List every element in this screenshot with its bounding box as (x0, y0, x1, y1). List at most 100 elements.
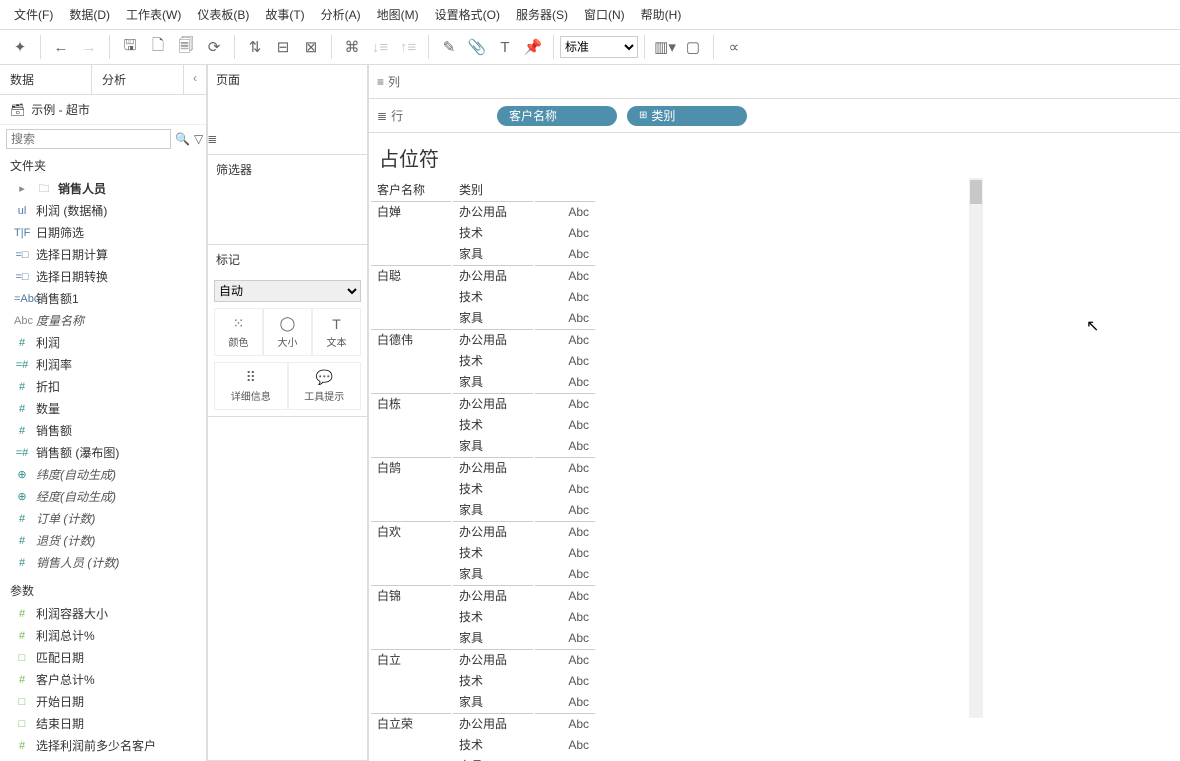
table-row[interactable]: 家具Abc (371, 244, 595, 263)
field-item[interactable]: =#利润率 (0, 354, 206, 376)
highlight-icon[interactable]: ✎ (435, 33, 463, 61)
table-row[interactable]: 白婵办公用品Abc (371, 201, 595, 221)
search-icon[interactable]: 🔍 (175, 132, 190, 146)
table-row[interactable]: 技术Abc (371, 351, 595, 370)
param-item[interactable]: □开始日期 (0, 691, 206, 713)
show-me-icon[interactable]: ▥▾ (651, 33, 679, 61)
present-icon[interactable]: ▢ (679, 33, 707, 61)
table-row[interactable]: 白鹄办公用品Abc (371, 457, 595, 477)
field-item[interactable]: =□选择日期计算 (0, 244, 206, 266)
forward-icon[interactable]: → (75, 33, 103, 61)
field-item[interactable]: #利润 (0, 332, 206, 354)
field-item[interactable]: =Abc销售额1 (0, 288, 206, 310)
pages-card[interactable]: 页面 (208, 65, 367, 94)
table-row[interactable]: 技术Abc (371, 671, 595, 690)
table-row[interactable]: 家具Abc (371, 372, 595, 391)
table-row[interactable]: 技术Abc (371, 223, 595, 242)
table-row[interactable]: 技术Abc (371, 543, 595, 562)
table-row[interactable]: 技术Abc (371, 735, 595, 754)
field-item[interactable]: #退货 (计数) (0, 530, 206, 552)
field-item[interactable]: ⊕经度(自动生成) (0, 486, 206, 508)
logo-icon[interactable]: ✦ (6, 33, 34, 61)
menu-item[interactable]: 分析(A) (315, 4, 367, 25)
new-sheet-icon[interactable]: 🗐 (172, 33, 200, 61)
field-item[interactable]: ⊕纬度(自动生成) (0, 464, 206, 486)
group-icon[interactable]: ⌘ (338, 33, 366, 61)
columns-shelf[interactable]: ≡列 (369, 65, 1180, 99)
attach-icon[interactable]: 📎 (463, 33, 491, 61)
param-item[interactable]: #客户总计% (0, 669, 206, 691)
table-row[interactable]: 家具Abc (371, 692, 595, 711)
view-title[interactable]: 占位符 (369, 133, 1180, 178)
table-row[interactable]: 技术Abc (371, 415, 595, 434)
mark-tooltip[interactable]: 💬工具提示 (288, 362, 362, 410)
field-item[interactable]: =□选择日期转换 (0, 266, 206, 288)
new-data-icon[interactable]: 🗋 (144, 33, 172, 61)
field-item[interactable]: =#销售额 (瀑布图) (0, 442, 206, 464)
tab-data[interactable]: 数据 (0, 65, 92, 94)
field-item[interactable]: Abc度量名称 (0, 310, 206, 332)
pill-customer[interactable]: 客户名称 (497, 106, 617, 126)
field-item[interactable]: #销售人员 (计数) (0, 552, 206, 574)
scrollbar[interactable] (969, 178, 983, 718)
field-item[interactable]: #折扣 (0, 376, 206, 398)
menu-item[interactable]: 地图(M) (371, 4, 425, 25)
share-icon[interactable]: ∝ (720, 33, 748, 61)
param-item[interactable]: □匹配日期 (0, 647, 206, 669)
menu-item[interactable]: 仪表板(B) (191, 4, 255, 25)
table-row[interactable]: 白德伟办公用品Abc (371, 329, 595, 349)
menu-item[interactable]: 服务器(S) (510, 4, 574, 25)
refresh-icon[interactable]: ⟳ (200, 33, 228, 61)
totals-icon[interactable]: ↓≡ (366, 33, 394, 61)
table-row[interactable]: 家具Abc (371, 628, 595, 647)
table-row[interactable]: 家具Abc (371, 436, 595, 455)
param-item[interactable]: #利润容器大小 (0, 603, 206, 625)
table-row[interactable]: 白锦办公用品Abc (371, 585, 595, 605)
sort-desc-icon[interactable]: ⊠ (297, 33, 325, 61)
mark-detail[interactable]: ⠿详细信息 (214, 362, 288, 410)
menu-item[interactable]: 数据(D) (63, 4, 116, 25)
rows-shelf[interactable]: ≣行 客户名称 类别 (369, 99, 1180, 133)
mark-size[interactable]: ◯大小 (263, 308, 312, 356)
table-row[interactable]: 白栋办公用品Abc (371, 393, 595, 413)
text-icon[interactable]: T (491, 33, 519, 61)
table-row[interactable]: 白立荣办公用品Abc (371, 713, 595, 733)
marks-card[interactable]: 标记 (208, 245, 367, 274)
back-icon[interactable]: ← (47, 33, 75, 61)
scroll-thumb[interactable] (970, 180, 982, 204)
param-item[interactable]: #利润总计% (0, 625, 206, 647)
field-item[interactable]: T|F日期筛选 (0, 222, 206, 244)
table-row[interactable]: 技术Abc (371, 287, 595, 306)
datasource[interactable]: 🗃 示例 - 超市 (0, 95, 206, 125)
sort-asc-icon[interactable]: ⊟ (269, 33, 297, 61)
tab-analysis[interactable]: 分析 (92, 65, 184, 94)
folder-root[interactable]: ▸ 🗀 销售人员 (0, 178, 206, 200)
menu-item[interactable]: 设置格式(O) (429, 4, 506, 25)
filters-card[interactable]: 筛选器 (208, 155, 367, 184)
filter-icon[interactable]: ▽ (194, 132, 203, 146)
pin-icon[interactable]: 📌 (519, 33, 547, 61)
collapse-icon[interactable]: ‹ (184, 65, 206, 94)
save-icon[interactable]: 🖫 (116, 33, 144, 61)
menu-item[interactable]: 故事(T) (259, 4, 310, 25)
menu-item[interactable]: 工作表(W) (120, 4, 187, 25)
field-item[interactable]: #数量 (0, 398, 206, 420)
table-row[interactable]: 白欢办公用品Abc (371, 521, 595, 541)
field-item[interactable]: #订单 (计数) (0, 508, 206, 530)
menu-item[interactable]: 文件(F) (8, 4, 59, 25)
fit-select[interactable]: 标准 (560, 36, 638, 58)
menu-item[interactable]: 窗口(N) (578, 4, 631, 25)
table-row[interactable]: 技术Abc (371, 607, 595, 626)
table-row[interactable]: 白聪办公用品Abc (371, 265, 595, 285)
swap-icon[interactable]: ⇅ (241, 33, 269, 61)
mark-type-select[interactable]: 自动 (214, 280, 361, 302)
table-row[interactable]: 白立办公用品Abc (371, 649, 595, 669)
search-input[interactable] (6, 129, 171, 149)
mark-color[interactable]: ⁙颜色 (214, 308, 263, 356)
menu-item[interactable]: 帮助(H) (635, 4, 688, 25)
table-row[interactable]: 技术Abc (371, 479, 595, 498)
table-row[interactable]: 家具Abc (371, 756, 595, 761)
field-item[interactable]: #销售额 (0, 420, 206, 442)
mark-text[interactable]: T文本 (312, 308, 361, 356)
table-row[interactable]: 家具Abc (371, 500, 595, 519)
